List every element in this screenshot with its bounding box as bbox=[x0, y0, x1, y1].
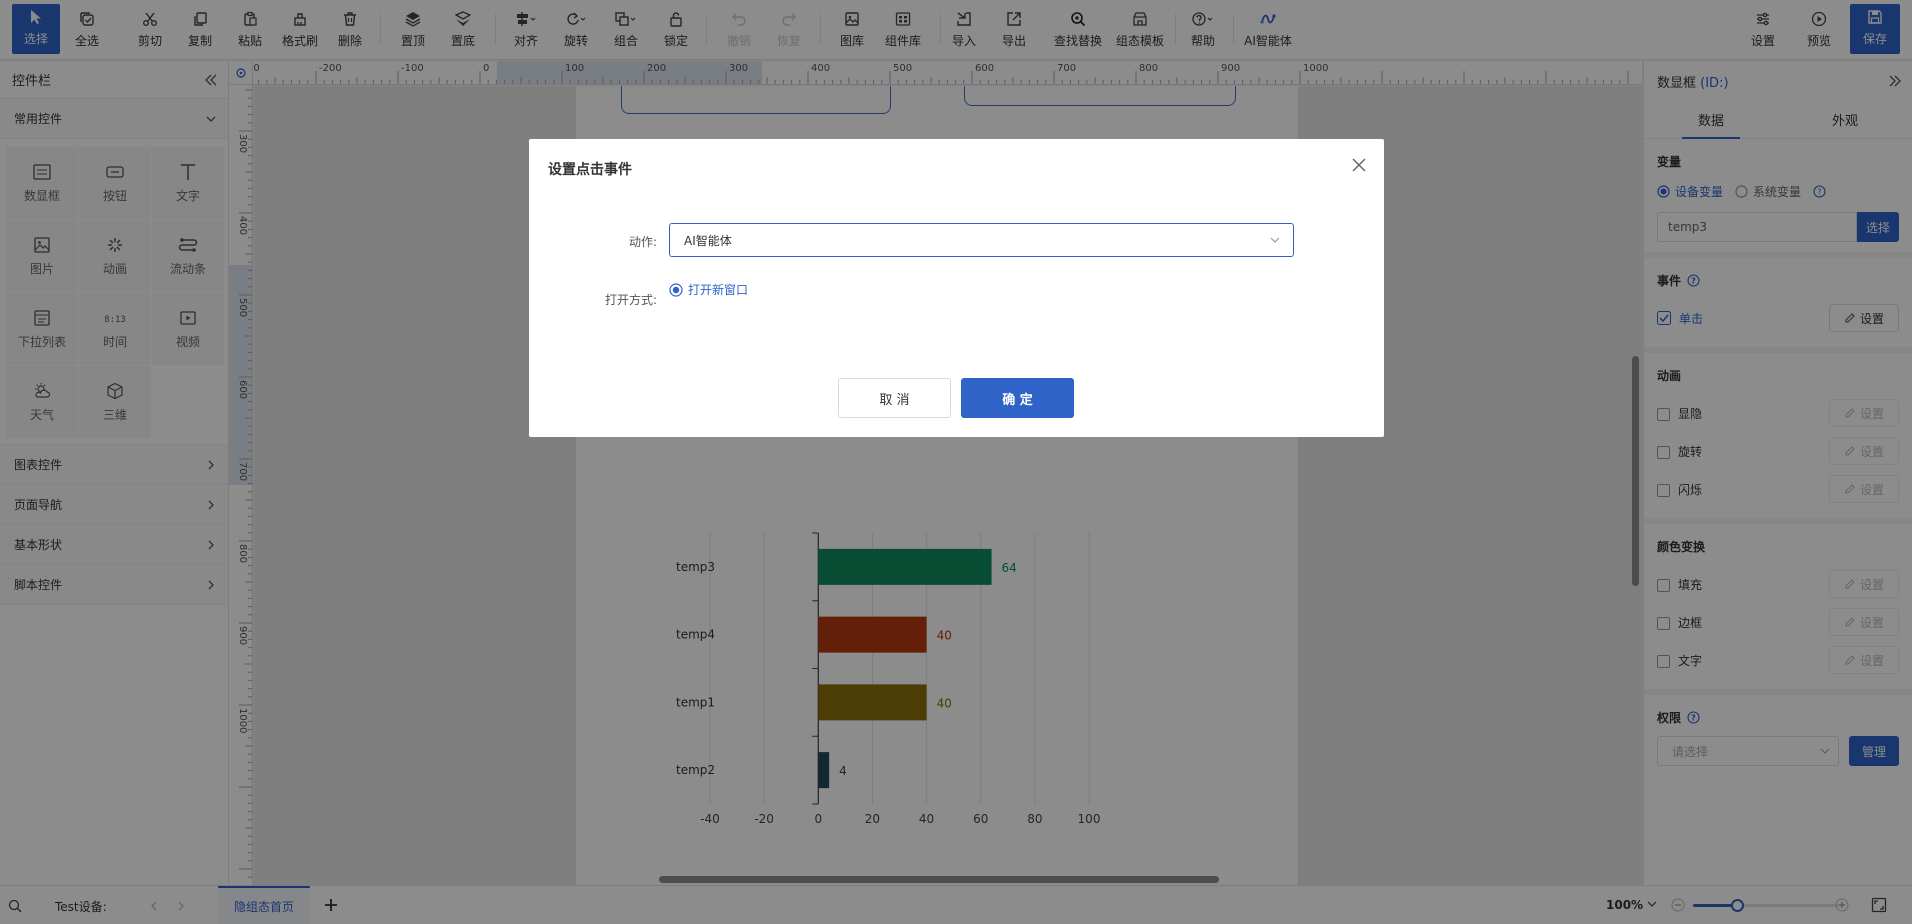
open-new-window-radio[interactable]: 打开新窗口 bbox=[669, 281, 748, 298]
action-select[interactable]: AI智能体 bbox=[669, 223, 1294, 257]
radio-checked-icon bbox=[669, 282, 683, 297]
action-select-value: AI智能体 bbox=[684, 233, 732, 248]
open-mode-label: 打开方式: bbox=[604, 293, 657, 307]
dialog-title: 设置点击事件 bbox=[548, 162, 632, 178]
confirm-button[interactable]: 确 定 bbox=[961, 378, 1074, 418]
chevron-down-icon bbox=[1270, 237, 1280, 243]
click-event-dialog: 设置点击事件 动作: AI智能体 打开方式: 打开新窗口 取 消 确 定 bbox=[529, 139, 1384, 437]
close-icon[interactable] bbox=[1350, 156, 1368, 174]
cancel-button[interactable]: 取 消 bbox=[838, 378, 951, 418]
action-label: 动作: bbox=[628, 235, 657, 249]
